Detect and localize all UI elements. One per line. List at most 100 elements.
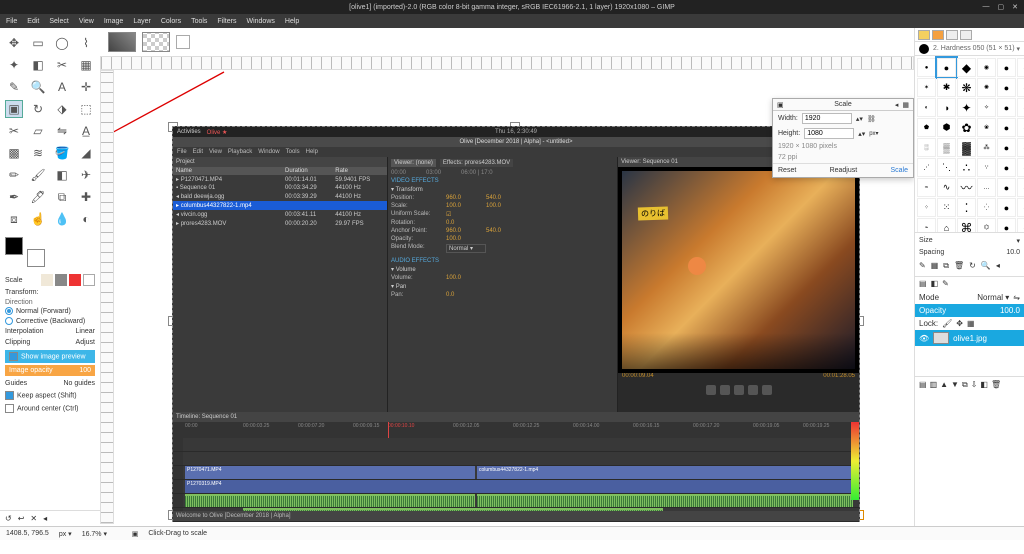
brush-del-icon[interactable]: 🗑 <box>954 261 964 271</box>
brush-cell[interactable]: ● <box>1017 158 1024 177</box>
height-input[interactable] <box>804 128 854 139</box>
brush-cell[interactable]: ● <box>1017 98 1024 117</box>
blend-switch-icon[interactable]: ⇋ <box>1013 293 1020 302</box>
tool-crop[interactable]: ✂ <box>5 122 23 140</box>
brush-cell[interactable]: ⌁ <box>917 218 936 232</box>
tool-mypaint[interactable]: 🖊 <box>29 188 47 206</box>
brush-refresh-icon[interactable]: ↻ <box>969 261 976 271</box>
image-opacity-slider[interactable]: Image opacity100 <box>5 365 95 376</box>
brush-cell[interactable]: ● <box>997 178 1016 197</box>
tool-heal[interactable]: ✚ <box>77 188 95 206</box>
brush-cell[interactable]: ❋ <box>957 78 976 97</box>
brush-cell[interactable]: ✶ <box>917 78 936 97</box>
tool-bucket[interactable]: 🪣 <box>53 144 71 162</box>
brush-cell[interactable]: ≈ <box>917 178 936 197</box>
reset-icon[interactable]: ↺ <box>5 514 12 523</box>
transform-target-layer-icon[interactable] <box>41 274 53 286</box>
brush-cell[interactable]: ∿ <box>937 178 956 197</box>
channels-tab-icon[interactable]: ◧ <box>931 279 939 289</box>
brush-cell[interactable]: ◐ <box>917 98 936 117</box>
blend-mode-select[interactable]: Normal ▾ <box>977 293 1009 302</box>
image-tab-1[interactable] <box>108 32 136 52</box>
layers-tab-icon[interactable]: ▤ <box>919 279 927 289</box>
tool-unified[interactable]: A̲ <box>77 122 95 140</box>
close-icon[interactable]: ✕ <box>1012 3 1018 11</box>
dock-tab-fonts[interactable] <box>946 30 958 40</box>
brush-cell[interactable]: ✦ <box>957 98 976 117</box>
chain-icon[interactable]: ⛓ <box>867 115 876 123</box>
tool-zoom[interactable]: 🔍 <box>29 78 47 96</box>
layer-mask-icon[interactable]: ◧ <box>980 380 988 390</box>
layer-merge-icon[interactable]: ⇩ <box>971 380 978 390</box>
brush-cell[interactable]: 〰 <box>957 178 976 197</box>
keep-aspect-check[interactable]: Keep aspect (Shift) <box>5 389 95 402</box>
tool-gradient[interactable]: ◢ <box>77 144 95 162</box>
brush-spacing-value[interactable]: 10.0 <box>1006 249 1020 256</box>
dialog-menu-icon[interactable]: ◂ <box>895 101 899 109</box>
close-panel-icon[interactable]: ✕ <box>30 514 37 523</box>
unit-select[interactable]: px ▾ <box>59 530 72 538</box>
brush-cell[interactable]: ∵ <box>977 158 996 177</box>
tool-paths[interactable]: ✎ <box>5 78 23 96</box>
canvas-viewport[interactable]: Activities Olive ★ Thu 16, 2:30:49 Olive… <box>114 70 914 524</box>
brush-cell[interactable]: ∴ <box>957 158 976 177</box>
brush-zoom-icon[interactable]: 🔍 <box>981 261 991 271</box>
layer-up-icon[interactable]: ▲ <box>940 380 948 390</box>
layer-new-icon[interactable]: ▤ <box>919 380 927 390</box>
timeline-ruler[interactable]: 00:00 00:00:03.25 00:00:07.20 00:00:09.1… <box>173 422 859 438</box>
timeline-clip[interactable]: columbus44327822-1.mp4 <box>477 466 853 479</box>
maximize-icon[interactable]: ▢ <box>998 3 1005 11</box>
lock-pixels-icon[interactable]: 🖌 <box>942 319 952 328</box>
menu-filters[interactable]: Filters <box>217 18 236 25</box>
width-input[interactable] <box>802 113 852 124</box>
tool-foreground[interactable]: ▦ <box>77 56 95 74</box>
tool-smudge[interactable]: ☝ <box>29 210 47 228</box>
menu-windows[interactable]: Windows <box>246 18 274 25</box>
brush-cell[interactable]: ⬟ <box>917 118 936 137</box>
brush-cell[interactable]: ● <box>997 158 1016 177</box>
tool-clone[interactable]: ⧉ <box>53 188 71 206</box>
menu-layer[interactable]: Layer <box>133 18 151 25</box>
menu-colors[interactable]: Colors <box>161 18 181 25</box>
tool-clone2[interactable]: ⧈ <box>5 210 23 228</box>
brush-cell[interactable]: ● <box>1017 198 1024 217</box>
background-color[interactable] <box>27 249 45 267</box>
brush-cell[interactable]: ● <box>1017 218 1024 232</box>
brush-cell[interactable]: ● <box>997 98 1016 117</box>
timeline-clip[interactable]: P1270319.MP4 <box>185 480 853 493</box>
transform-target-path-icon[interactable] <box>69 274 81 286</box>
brush-cell[interactable]: ⁂ <box>977 138 996 157</box>
layer-item[interactable]: 👁 olive1.jpg <box>915 330 1024 346</box>
brush-cell[interactable]: ✧ <box>977 98 996 117</box>
fg-bg-color[interactable] <box>5 237 45 267</box>
timeline-clip[interactable]: P1270471.MP4 <box>185 466 475 479</box>
width-stepper[interactable]: ▴▾ <box>856 115 863 123</box>
viewer-back-icon[interactable] <box>720 385 730 395</box>
menu-select[interactable]: Select <box>49 18 68 25</box>
brush-cell[interactable]: ✱ <box>937 78 956 97</box>
brush-cell[interactable]: ⌘ <box>957 218 976 232</box>
viewer-fwd-icon[interactable] <box>748 385 758 395</box>
tool-scissors[interactable]: ✂ <box>53 56 71 74</box>
timeline-audio-clip[interactable] <box>185 494 475 507</box>
brush-cell[interactable]: ● <box>917 58 936 77</box>
readjust-button[interactable]: Readjust <box>830 167 858 174</box>
tool-shear[interactable]: ⬗ <box>53 100 71 118</box>
viewer-prev-icon[interactable] <box>706 385 716 395</box>
brush-cell[interactable]: ⁛ <box>977 198 996 217</box>
brush-cell[interactable]: ● <box>1017 78 1024 97</box>
direction-corrective-radio[interactable]: Corrective (Backward) <box>5 316 95 326</box>
brush-size-stepper[interactable]: ▾ <box>1016 237 1020 245</box>
eye-icon[interactable]: 👁 <box>919 334 929 343</box>
foreground-color[interactable] <box>5 237 23 255</box>
brush-cell[interactable]: ● <box>997 78 1016 97</box>
tool-scale[interactable]: ▣ <box>5 100 23 118</box>
tool-warp[interactable]: ≋ <box>29 144 47 162</box>
height-stepper[interactable]: ▴▾ <box>858 130 865 138</box>
tool-rotate[interactable]: ↻ <box>29 100 47 118</box>
brush-grid[interactable]: ●●◆◉●●✶✱❋✺●●◐◑✦✧●●⬟⬢✿❀●●░▒▓⁂●●⋰⋱∴∵●●≈∿〰…… <box>915 56 1024 232</box>
tool-ink[interactable]: ✒ <box>5 188 23 206</box>
tool-handle[interactable]: ⬚ <box>77 100 95 118</box>
menu-edit[interactable]: Edit <box>27 18 39 25</box>
brush-cell[interactable]: ● <box>1017 58 1024 77</box>
